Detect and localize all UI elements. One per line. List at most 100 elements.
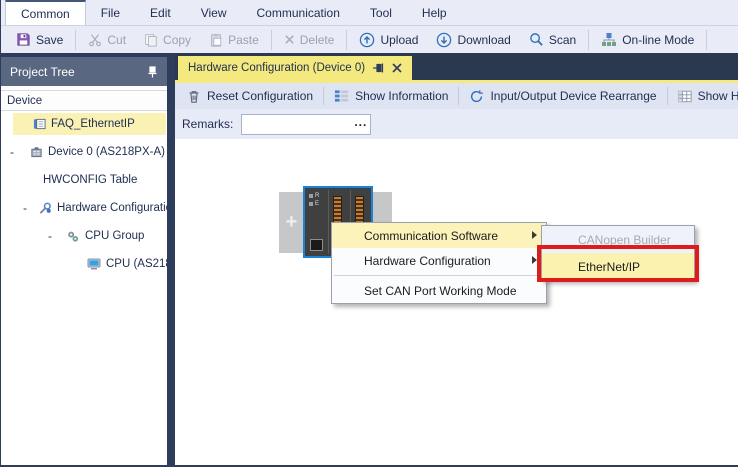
cut-button[interactable]: Cut [79,30,135,50]
tree-item-cpu[interactable]: CPU (AS218PX-A) [1,253,167,275]
submenu-item-canopen-builder[interactable]: CANopen Builder [542,226,694,253]
document-tab-bar: Hardware Configuration (Device 0) [175,53,738,80]
show-hwconfig-button[interactable]: Show HWCONFIG [670,87,738,105]
pin-icon[interactable] [147,66,158,78]
collapse-toggle[interactable]: - [7,145,17,159]
save-label: Save [36,33,63,47]
submenu-item-label: CANopen Builder [578,233,671,247]
paste-button[interactable]: Paste [200,30,268,50]
menu-tab-view[interactable]: View [186,0,242,25]
tree-item-label: CPU Group [85,230,144,242]
error-led: E [309,201,319,207]
menu-tab-common[interactable]: Common [5,0,86,25]
tree-item-label: FAQ_EthernetIP [51,118,135,130]
tree-item-cpu-group[interactable]: - CPU Group [1,225,167,247]
toolbar-separator [458,87,459,105]
delete-button[interactable]: Delete [275,30,344,50]
menu-item-hardware-configuration[interactable]: Hardware Configuration [332,248,546,273]
menu-tab-communication[interactable]: Communication [242,0,355,25]
menu-tab-tool[interactable]: Tool [355,0,407,25]
wrench-icon [38,202,52,215]
online-mode-button[interactable]: On-line Mode [592,29,703,50]
tree-item-label: HWCONFIG Table [43,174,137,186]
toolbar-separator [588,30,589,50]
tree-item-hwconfig-table[interactable]: HWCONFIG Table [1,169,167,191]
scan-icon [529,32,544,47]
project-tree: FAQ_EthernetIP - Device 0 (AS218PX-A) HW… [1,111,167,451]
panel-splitter[interactable] [167,53,175,465]
quick-toolbar: Save Cut Copy Paste Delete Upload Downlo… [1,26,738,53]
tree-section-device[interactable]: Device [1,90,167,111]
cpu-monitor-icon [87,258,101,270]
table-icon [678,90,692,103]
save-button[interactable]: Save [7,29,72,50]
cut-icon [88,33,102,47]
menu-item-communication-software[interactable]: Communication Software [332,223,546,248]
menu-tab-edit[interactable]: Edit [135,0,186,25]
io-rearrange-button[interactable]: Input/Output Device Rearrange [461,87,664,106]
tree-item-label: CPU (AS218PX-A) [106,258,167,270]
scan-button[interactable]: Scan [520,29,585,50]
add-slot-label: + [286,211,298,234]
tree-item-hardware-configuration[interactable]: - Hardware Configuration [1,197,167,219]
document-tab-hardware-configuration[interactable]: Hardware Configuration (Device 0) [178,56,412,80]
remarks-browse-button[interactable]: ... [354,115,367,134]
delete-label: Delete [300,33,335,47]
download-button[interactable]: Download [427,29,519,51]
document-tab-title: Hardware Configuration (Device 0) [188,62,365,74]
remarks-bar: Remarks: ... [175,109,738,139]
scan-label: Scan [549,33,576,47]
download-label: Download [457,33,510,47]
hardware-canvas: + R E Communication Software Hardware [175,139,738,465]
download-icon [436,32,452,48]
remarks-input[interactable] [242,115,346,134]
upload-icon [359,32,375,48]
save-icon [16,32,31,47]
module-divider [328,190,329,254]
trash-icon [187,89,201,104]
menu-item-set-can-port-working-mode[interactable]: Set CAN Port Working Mode [332,278,546,303]
collapse-toggle[interactable]: - [45,229,55,243]
menu-tab-file[interactable]: File [86,0,135,25]
tree-item-project[interactable]: FAQ_EthernetIP [13,113,166,135]
submenu-arrow-icon [532,231,537,239]
tree-item-label: Device 0 (AS218PX-A) [48,146,165,158]
reset-configuration-button[interactable]: Reset Configuration [179,87,321,106]
online-mode-label: On-line Mode [622,33,694,47]
toolbar-separator [271,30,272,50]
project-icon [33,118,46,130]
remarks-field: ... [241,114,371,135]
menu-tab-help[interactable]: Help [407,0,462,25]
submenu-item-ethernet-ip[interactable]: EtherNet/IP [542,253,694,280]
toolbar-separator [75,30,76,50]
circular-arrows-icon [469,89,484,104]
io-rearrange-label: Input/Output Device Rearrange [490,89,656,103]
upload-button[interactable]: Upload [350,29,427,51]
empty-slot-left[interactable]: + [279,192,304,253]
tab-pin-icon[interactable] [372,62,385,74]
project-tree-header: Project Tree [1,57,167,86]
collapse-toggle[interactable]: - [23,201,27,215]
show-information-button[interactable]: Show Information [326,87,456,105]
upload-label: Upload [380,33,418,47]
menu-item-label: Hardware Configuration [364,254,491,268]
toolbar-separator [323,87,324,105]
device-icon [30,146,43,158]
communication-software-submenu: CANopen Builder EtherNet/IP [541,225,695,281]
copy-button[interactable]: Copy [135,30,200,50]
paste-icon [209,33,223,47]
hwconfig-window: Common File Edit View Communication Tool… [0,0,738,467]
delete-icon [284,34,295,45]
main-area: Hardware Configuration (Device 0) Reset … [175,53,738,465]
toolbar-separator [667,87,668,105]
submenu-arrow-icon [532,256,537,264]
close-icon[interactable] [392,63,402,73]
menu-separator [334,275,544,276]
ethernet-port [310,239,323,251]
menu-item-label: Communication Software [364,229,498,243]
gears-icon [66,230,80,243]
tree-item-device0[interactable]: - Device 0 (AS218PX-A) [1,141,167,163]
menu-item-label: Set CAN Port Working Mode [364,284,517,298]
cut-label: Cut [107,33,126,47]
show-hwconfig-label: Show HWCONFIG [698,89,738,103]
